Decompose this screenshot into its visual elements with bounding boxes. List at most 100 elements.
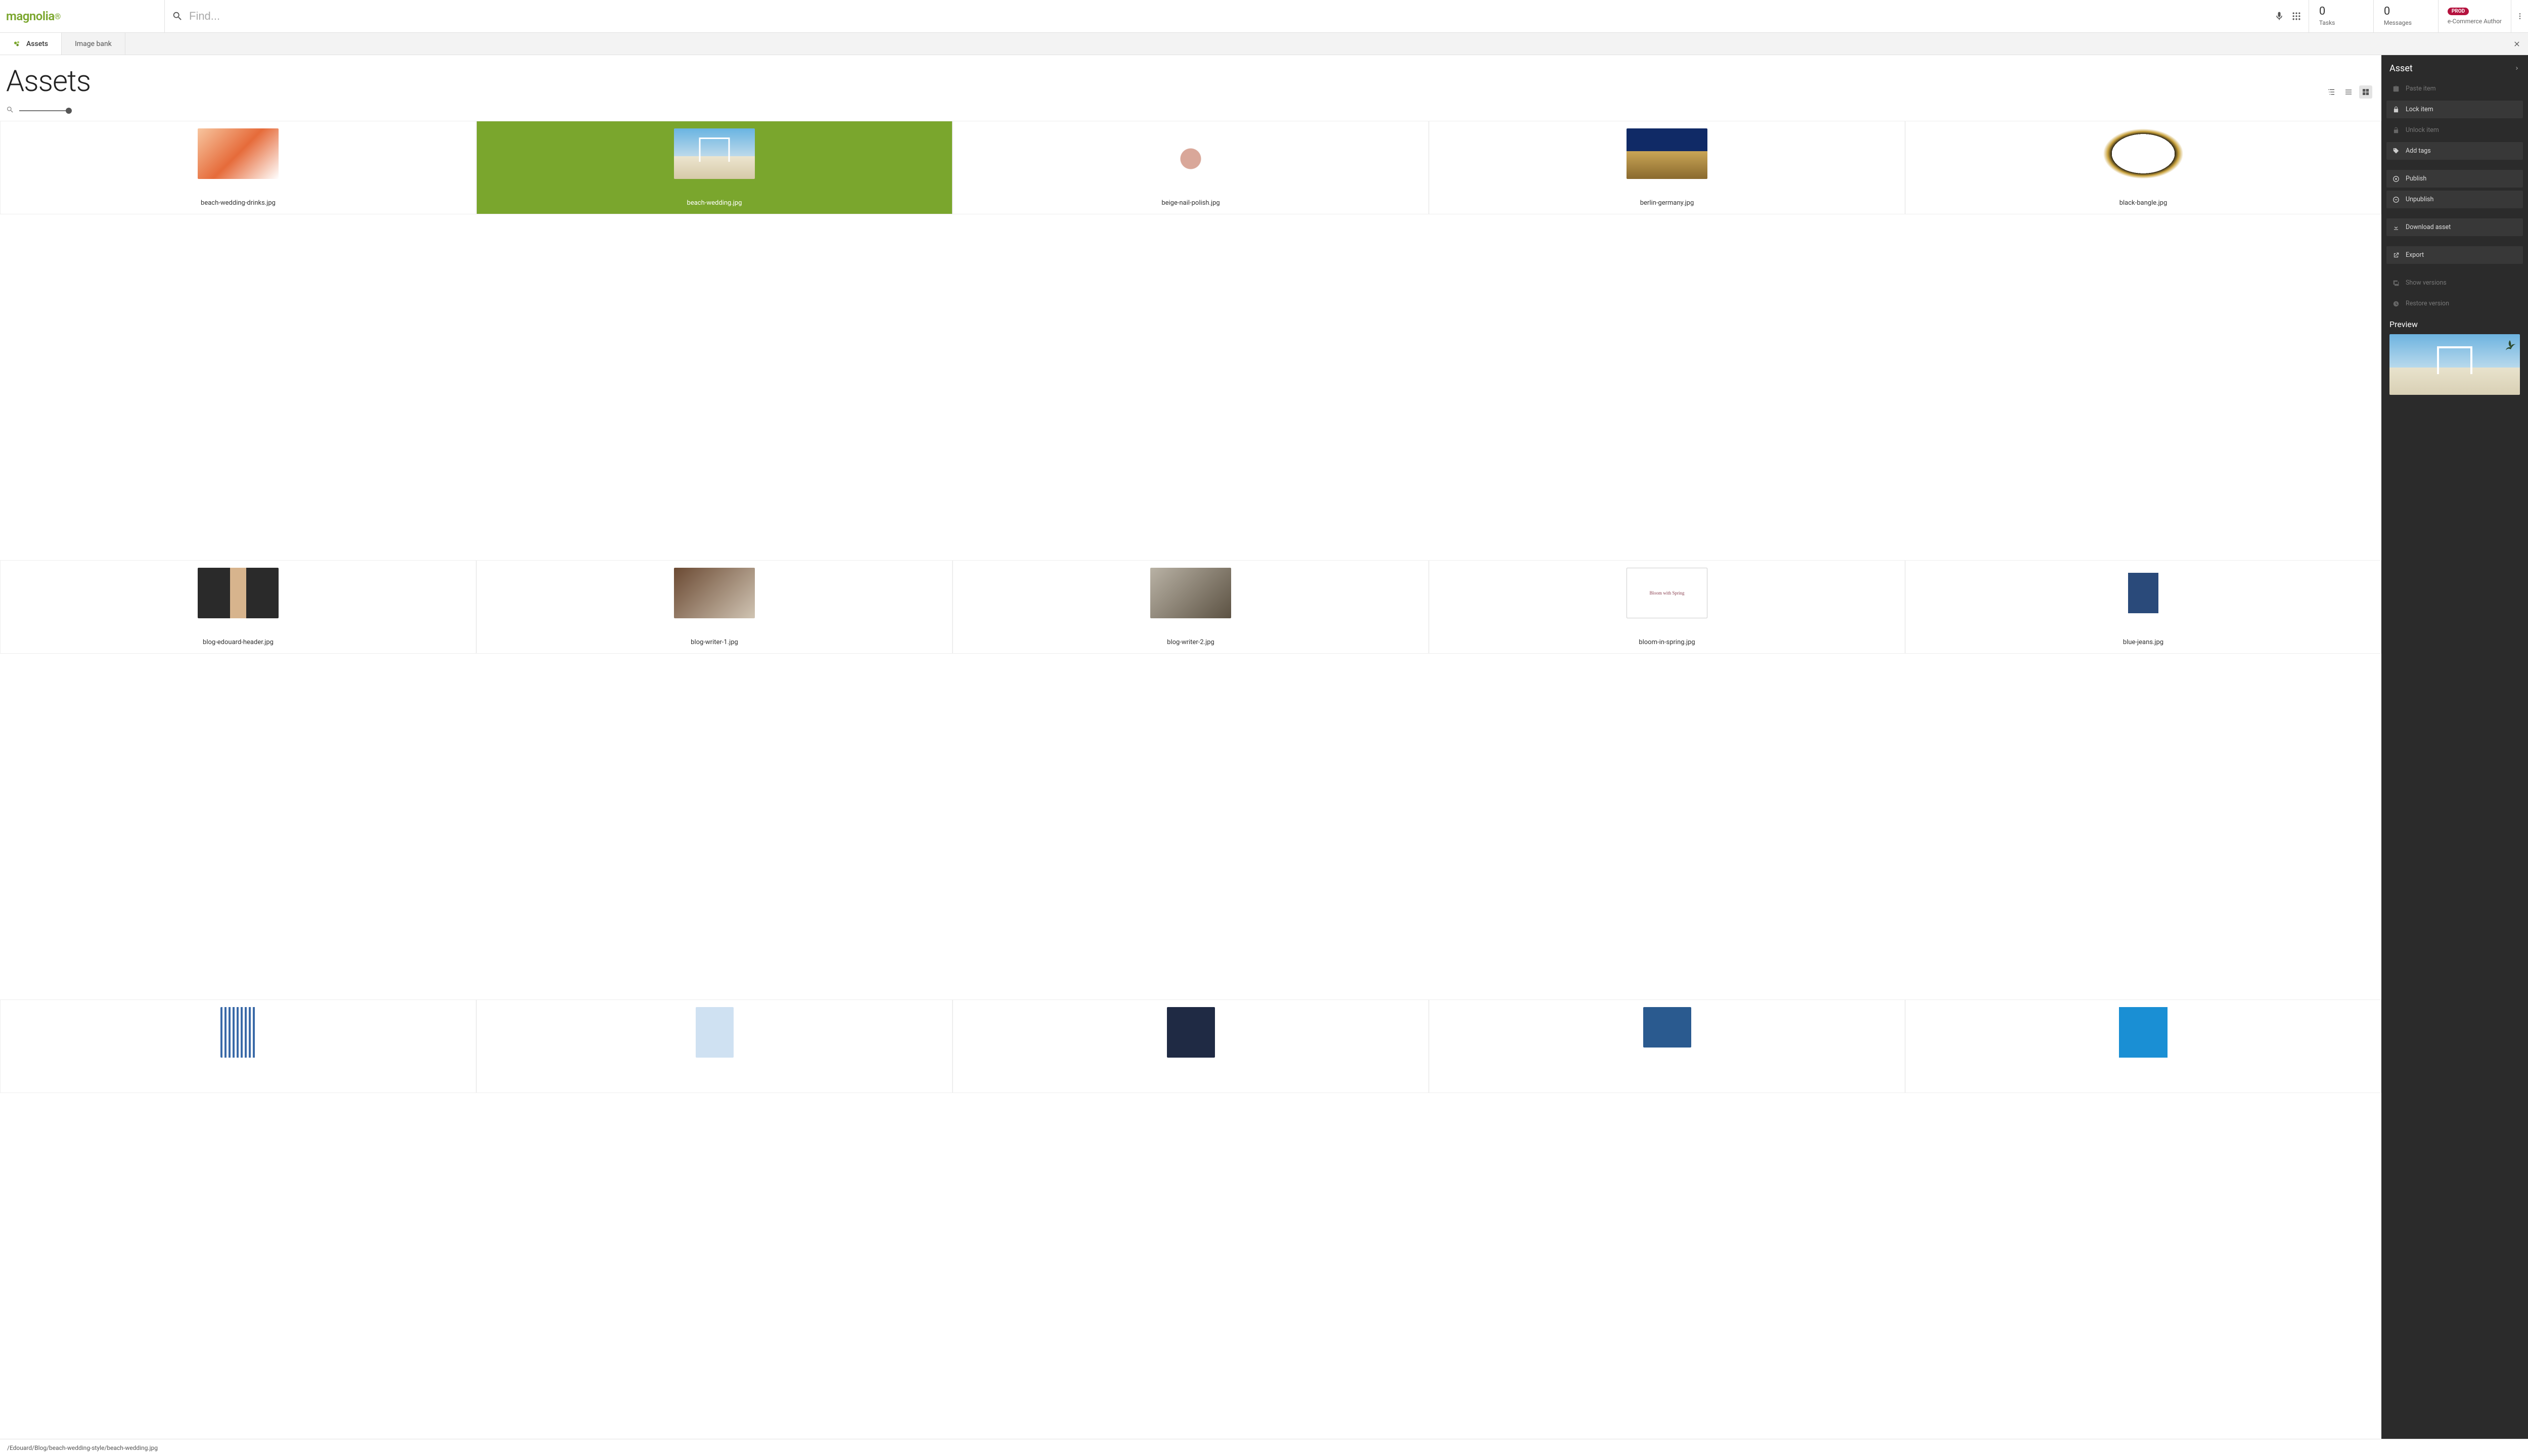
preview-section: Preview	[2381, 312, 2528, 402]
download-icon	[2392, 224, 2400, 231]
action-label: Paste item	[2406, 85, 2436, 93]
grid-view-button[interactable]	[2359, 85, 2372, 99]
action-restore: Restore version	[2386, 295, 2523, 312]
global-search	[164, 0, 2309, 32]
asset-filename: blog-writer-2.jpg	[1167, 639, 1214, 646]
tasks-indicator[interactable]: 0 Tasks	[2309, 0, 2373, 32]
publish-icon	[2392, 175, 2400, 183]
close-tab-button[interactable]	[2506, 33, 2528, 55]
assets-icon	[13, 40, 21, 48]
logo[interactable]: magnolia®	[0, 0, 164, 32]
search-icon	[172, 11, 183, 22]
action-label: Export	[2406, 251, 2424, 259]
asset-thumbnail	[2103, 1007, 2184, 1058]
paste-icon	[2392, 85, 2400, 93]
action-label: Unpublish	[2406, 196, 2433, 203]
search-input[interactable]	[189, 10, 2267, 23]
unlock-icon	[2392, 127, 2400, 134]
list-icon	[2344, 88, 2353, 96]
asset-thumbnail	[198, 128, 279, 179]
action-label: Add tags	[2406, 147, 2431, 155]
asset-filename: beach-wedding.jpg	[687, 199, 742, 207]
asset-cell[interactable]: blog-edouard-header.jpg	[0, 560, 476, 654]
asset-detail-panel: Asset Paste item Lock item Unlock item Add …	[2381, 55, 2528, 1439]
tab-label: Image bank	[75, 40, 112, 48]
preview-thumbnail[interactable]	[2389, 334, 2520, 395]
asset-cell[interactable]: blue-jeans.jpg	[1905, 560, 2381, 654]
action-label: Show versions	[2406, 279, 2447, 287]
action-unpublish[interactable]: Unpublish	[2386, 191, 2523, 208]
action-export[interactable]: Export	[2386, 246, 2523, 264]
user-info[interactable]: PROD e-Commerce Author	[2438, 0, 2511, 32]
unpublish-icon	[2392, 196, 2400, 203]
env-badge: PROD	[2448, 8, 2469, 15]
close-icon	[2513, 40, 2521, 48]
asset-cell[interactable]	[1905, 999, 2381, 1093]
messages-indicator[interactable]: 0 Messages	[2373, 0, 2438, 32]
overflow-menu-button[interactable]	[2511, 0, 2528, 32]
tree-view-button[interactable]	[2325, 85, 2338, 99]
search-icon	[6, 106, 14, 114]
tasks-label: Tasks	[2319, 19, 2363, 26]
asset-thumbnail	[1150, 568, 1231, 618]
tree-icon	[2327, 88, 2335, 96]
asset-filename: black-bangle.jpg	[2119, 199, 2168, 207]
main-pane: Assets beach-wedding-drinks.jpgbeach-wed…	[0, 55, 2381, 1439]
tab-assets[interactable]: Assets	[0, 33, 62, 55]
messages-count: 0	[2384, 6, 2428, 17]
asset-cell[interactable]: beach-wedding.jpg	[476, 121, 953, 214]
page-header: Assets	[0, 55, 2381, 99]
asset-cell[interactable]: black-bangle.jpg	[1905, 121, 2381, 214]
lock-icon	[2392, 106, 2400, 113]
asset-filename: bloom-in-spring.jpg	[1639, 639, 1695, 646]
action-download[interactable]: Download asset	[2386, 218, 2523, 236]
action-versions: Show versions	[2386, 274, 2523, 292]
asset-filename: beige-nail-polish.jpg	[1161, 199, 1220, 207]
action-list: Paste item Lock item Unlock item Add tags Pu…	[2381, 80, 2528, 312]
asset-cell[interactable]: beach-wedding-drinks.jpg	[0, 121, 476, 214]
top-bar: magnolia® 0 Tasks 0 Messages PROD e-Comm…	[0, 0, 2528, 33]
asset-grid: beach-wedding-drinks.jpg beach-wedding.jp…	[0, 121, 2381, 1439]
action-tag[interactable]: Add tags	[2386, 142, 2523, 160]
asset-thumbnail	[198, 568, 279, 618]
action-lock[interactable]: Lock item	[2386, 101, 2523, 118]
kebab-icon	[2516, 12, 2524, 20]
app-launcher-icon[interactable]	[2291, 11, 2301, 21]
status-bar: /Edouard/Blog/beach-wedding-style/beach-…	[0, 1439, 2528, 1456]
asset-cell[interactable]	[1429, 999, 1905, 1093]
chevron-right-icon	[2514, 64, 2520, 73]
mic-icon[interactable]	[2274, 11, 2284, 21]
asset-thumbnail	[2103, 128, 2184, 179]
list-view-button[interactable]	[2342, 85, 2355, 99]
grid-icon	[2362, 88, 2370, 96]
asset-cell[interactable]: blog-writer-1.jpg	[476, 560, 953, 654]
brand-text: magnolia	[6, 9, 55, 23]
asset-cell[interactable]: blog-writer-2.jpg	[953, 560, 1429, 654]
asset-thumbnail	[2128, 568, 2158, 618]
asset-filename: blog-edouard-header.jpg	[203, 639, 274, 646]
thumbnail-size-slider[interactable]	[19, 110, 70, 111]
asset-cell[interactable]	[476, 999, 953, 1093]
filter-search-button[interactable]	[6, 106, 14, 116]
asset-thumbnail	[1150, 128, 1231, 179]
asset-cell[interactable]	[0, 999, 476, 1093]
asset-cell[interactable]: berlin-germany.jpg	[1429, 121, 1905, 214]
page-title: Assets	[6, 64, 91, 99]
action-publish[interactable]: Publish	[2386, 170, 2523, 188]
tab-bar: Assets Image bank	[0, 33, 2528, 55]
versions-icon	[2392, 280, 2400, 287]
action-unlock: Unlock item	[2386, 121, 2523, 139]
asset-cell[interactable]: Bloom with Springbloom-in-spring.jpg	[1429, 560, 1905, 654]
asset-thumbnail	[1643, 1007, 1691, 1048]
action-label: Unlock item	[2406, 126, 2439, 134]
tab-image-bank[interactable]: Image bank	[62, 33, 125, 55]
asset-cell[interactable]: beige-nail-polish.jpg	[953, 121, 1429, 214]
messages-label: Messages	[2384, 19, 2428, 26]
tasks-count: 0	[2319, 6, 2363, 17]
panel-header[interactable]: Asset	[2381, 55, 2528, 80]
asset-cell[interactable]	[953, 999, 1429, 1093]
asset-thumbnail	[674, 128, 755, 179]
restore-icon	[2392, 300, 2400, 307]
export-icon	[2392, 252, 2400, 259]
panel-title: Asset	[2389, 63, 2413, 74]
